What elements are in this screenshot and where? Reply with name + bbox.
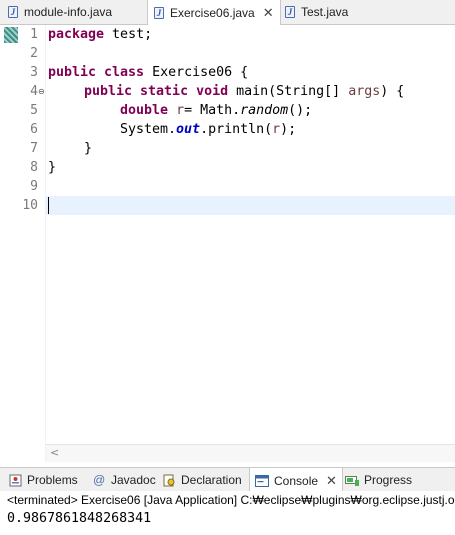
code-line-8: } [48,158,56,177]
line-number: 5 [30,103,38,118]
tab-label: Exercise06.java [170,5,255,20]
tab-javadoc[interactable]: @ Javadoc [92,468,156,492]
code-text: Exercise06 { [144,65,249,80]
java-file-icon: J [154,6,164,19]
code-line-4: public static void main(String[] args) { [84,82,404,101]
console-status-line: <terminated> Exercise06 [Java Applicatio… [0,491,455,509]
line-number: 3 [30,65,38,80]
variable: args [348,84,381,99]
code-text: } [84,141,93,156]
code-line-5: double r= Math.random(); [120,101,312,120]
tab-label: Declaration [181,473,242,487]
tab-problems[interactable]: Problems [8,468,78,492]
bookmark-marker-icon [4,27,18,43]
code-text: ) { [380,84,405,99]
horizontal-scrollbar[interactable]: < [46,444,455,462]
problems-icon [8,474,22,487]
static-field: out [176,122,201,137]
tab-label: Javadoc [111,473,156,487]
close-icon[interactable]: ✕ [263,6,274,19]
console-icon [255,474,269,487]
variable: r [176,103,185,118]
current-line-highlight [46,196,455,215]
code-text: test; [104,27,153,42]
line-number: 7 [30,141,38,156]
tab-declaration[interactable]: Declaration [162,468,242,492]
tab-label: Console [274,473,319,488]
tab-label: module-info.java [24,5,113,19]
line-number: 6 [30,122,38,137]
code-text: (); [288,103,313,118]
code-line-3: public class Exercise06 { [48,63,248,82]
code-line-7: } [84,139,92,158]
tab-label: Test.java [301,5,349,19]
line-number: 1 [30,27,38,42]
tab-progress[interactable]: Progress [345,468,412,492]
java-file-icon: J [8,6,18,18]
declaration-icon [162,474,176,487]
line-number: 10 [22,198,38,213]
console-output[interactable]: 0.9867861848268341 [7,511,151,526]
code-text: System. [120,122,177,137]
code-text: main(String[] [228,84,349,99]
method-name: random [240,103,289,118]
line-number: 9 [30,179,38,194]
code-text: ); [280,122,297,137]
tab-exercise06[interactable]: J Exercise06.java ✕ [147,0,281,25]
tab-label: Progress [364,473,413,487]
code-text: = Math. [184,103,241,118]
variable: r [272,122,281,137]
editor-tab-strip: J module-info.java J Exercise06.java ✕ J… [0,0,455,25]
keyword: public class [48,65,145,80]
line-number: 4 [30,84,38,99]
view-tab-strip: Problems @ Javadoc Declaration Console ✕… [0,467,455,493]
keyword: public static void [84,84,229,99]
scroll-left-icon[interactable]: < [50,446,59,459]
text-caret [48,197,49,214]
gutter-divider [45,25,46,462]
code-text: } [48,160,57,175]
progress-icon [345,474,359,487]
code-line-6: System.out.println(r); [120,120,296,139]
code-line-1: package test; [48,25,152,44]
tab-test[interactable]: J Test.java [285,0,348,24]
keyword: package [48,27,105,42]
tab-label: Problems [27,473,78,487]
keyword: double [120,103,169,118]
javadoc-icon: @ [92,473,106,487]
close-icon[interactable]: ✕ [326,474,337,487]
java-file-icon: J [285,6,295,18]
line-number: 2 [30,46,38,61]
fold-toggle-icon[interactable]: ⊖ [38,82,45,101]
tab-console[interactable]: Console ✕ [249,468,343,493]
code-text: .println( [200,122,273,137]
line-number: 8 [30,160,38,175]
tab-module-info[interactable]: J module-info.java [8,0,112,24]
